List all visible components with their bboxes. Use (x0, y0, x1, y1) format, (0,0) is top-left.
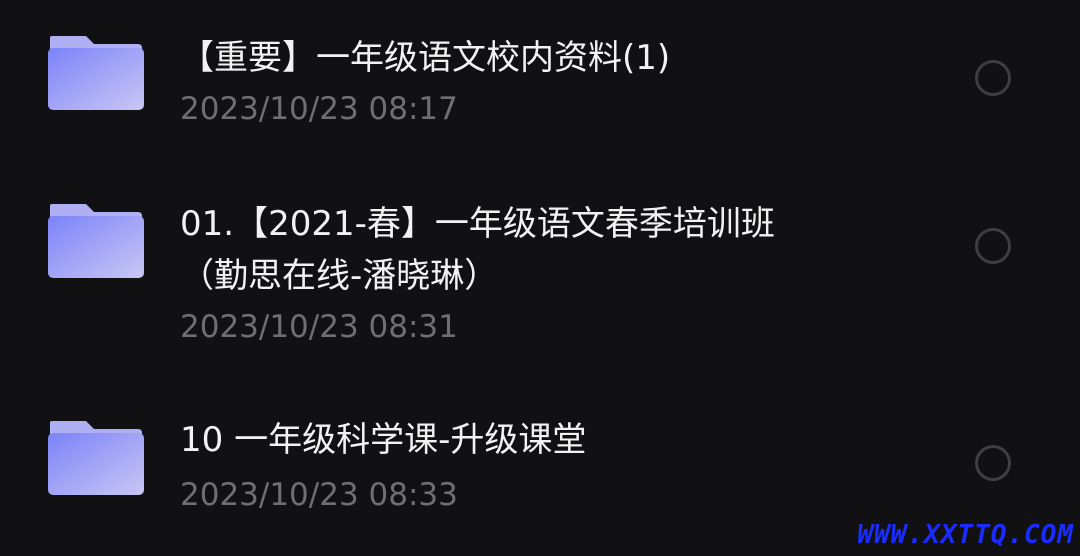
folder-icon (48, 200, 144, 278)
watermark: WWW.XXTTQ.COM (857, 520, 1074, 550)
folder-title: 10 一年级科学课-升级课堂 (180, 420, 587, 460)
list-item[interactable]: 01.【2021-春】一年级语文春季培训班 （勤思在线-潘晓琳） 2023/10… (0, 150, 1080, 375)
folder-title: 01.【2021-春】一年级语文春季培训班 （勤思在线-潘晓琳） (180, 204, 775, 296)
select-radio[interactable] (975, 228, 1011, 264)
folder-date: 2023/10/23 08:33 (180, 477, 458, 513)
file-list: 【重要】一年级语文校内资料(1) 2023/10/23 08:17 01.【20… (0, 0, 1080, 556)
select-radio[interactable] (975, 60, 1011, 96)
select-radio[interactable] (975, 445, 1011, 481)
folder-date: 2023/10/23 08:31 (180, 309, 458, 345)
folder-icon (48, 32, 144, 110)
list-item[interactable]: 【重要】一年级语文校内资料(1) 2023/10/23 08:17 (0, 0, 1080, 150)
folder-title: 【重要】一年级语文校内资料(1) (180, 38, 671, 78)
folder-date: 2023/10/23 08:17 (180, 91, 458, 127)
list-item[interactable]: 10 一年级科学课-升级课堂 2023/10/23 08:33 (0, 375, 1080, 535)
folder-icon (48, 417, 144, 495)
